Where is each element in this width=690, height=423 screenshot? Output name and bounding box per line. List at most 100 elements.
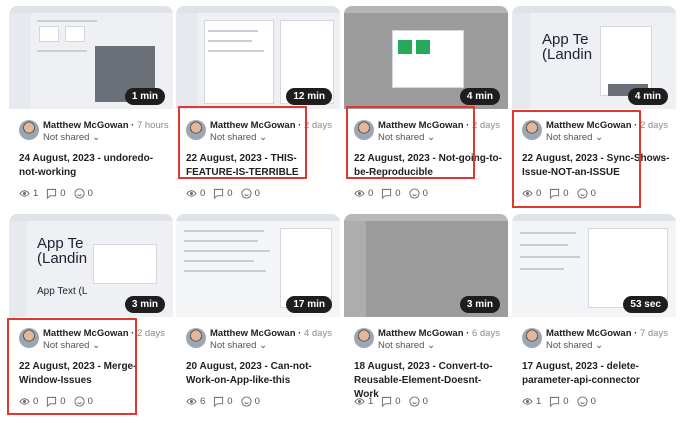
eye-icon — [186, 398, 197, 405]
video-card[interactable]: 1 min Matthew McGowan · 7 hours Not shar… — [9, 6, 173, 212]
reactions-count[interactable]: 0 — [409, 396, 428, 407]
reactions-count[interactable]: 0 — [577, 396, 596, 407]
views-count: 1 — [19, 188, 38, 199]
comment-icon — [214, 188, 224, 199]
smiley-icon — [409, 396, 420, 407]
smiley-icon — [577, 396, 588, 407]
comment-icon — [382, 396, 392, 407]
comments-count[interactable]: 0 — [549, 396, 569, 407]
share-status-dropdown[interactable]: Not shared ⌄ — [43, 340, 100, 351]
views-count: 1 — [522, 396, 541, 407]
comment-icon — [214, 396, 224, 407]
video-title[interactable]: 22 August, 2023 - Sync-Shows-Issue-NOT-a… — [522, 152, 670, 180]
comments-count[interactable]: 0 — [549, 188, 569, 199]
share-status-dropdown[interactable]: Not shared ⌄ — [378, 132, 435, 143]
comment-icon — [382, 188, 392, 199]
avatar — [354, 120, 374, 140]
comments-count[interactable]: 0 — [213, 188, 233, 199]
video-card[interactable]: 53 sec Matthew McGowan · 7 days Not shar… — [512, 214, 676, 420]
comment-icon — [550, 396, 560, 407]
video-age: 7 hours — [136, 120, 169, 131]
views-count: 0 — [354, 188, 373, 199]
chevron-down-icon: ⌄ — [92, 340, 101, 351]
comment-icon — [47, 188, 57, 199]
reactions-count[interactable]: 0 — [74, 396, 93, 407]
chevron-down-icon: ⌄ — [92, 132, 101, 143]
eye-icon — [19, 398, 30, 405]
duration-badge: 3 min — [124, 296, 165, 313]
comment-icon — [550, 188, 560, 199]
video-title[interactable]: 22 August, 2023 - THIS-FEATURE-IS-TERRIB… — [186, 152, 334, 180]
smiley-icon — [241, 188, 252, 199]
smiley-icon — [74, 396, 85, 407]
video-title[interactable]: 24 August, 2023 - undoredo-not-working — [19, 152, 167, 180]
views-count: 6 — [186, 396, 205, 407]
video-card[interactable]: 12 min Matthew McGowan · 2 days Not shar… — [176, 6, 340, 212]
duration-badge: 4 min — [627, 88, 668, 105]
eye-icon — [354, 190, 365, 197]
reactions-count[interactable]: 0 — [577, 188, 596, 199]
chevron-down-icon: ⌄ — [427, 132, 436, 143]
video-age: 2 days — [639, 120, 668, 131]
avatar — [354, 328, 374, 348]
views-count: 0 — [186, 188, 205, 199]
share-status-dropdown[interactable]: Not shared ⌄ — [378, 340, 435, 351]
chevron-down-icon: ⌄ — [595, 132, 604, 143]
avatar — [522, 120, 542, 140]
comment-icon — [47, 396, 57, 407]
share-status-dropdown[interactable]: Not shared ⌄ — [546, 132, 603, 143]
smiley-icon — [241, 396, 252, 407]
share-status-dropdown[interactable]: Not shared ⌄ — [210, 132, 267, 143]
video-title[interactable]: 20 August, 2023 - Can-not-Work-on-App-li… — [186, 360, 334, 388]
reactions-count[interactable]: 0 — [409, 188, 428, 199]
video-age: 2 days — [303, 120, 332, 131]
duration-badge: 1 min — [124, 88, 165, 105]
video-card[interactable]: 3 min Matthew McGowan · 6 days Not share… — [344, 214, 508, 420]
comments-count[interactable]: 0 — [381, 396, 401, 407]
author-name[interactable]: Matthew McGowan — [546, 120, 632, 131]
views-count: 0 — [522, 188, 541, 199]
eye-icon — [522, 190, 533, 197]
eye-icon — [19, 190, 30, 197]
comments-count[interactable]: 0 — [213, 396, 233, 407]
duration-badge: 53 sec — [623, 296, 668, 313]
smiley-icon — [577, 188, 588, 199]
author-name[interactable]: Matthew McGowan — [378, 328, 464, 339]
reactions-count[interactable]: 0 — [241, 188, 260, 199]
video-age: 7 days — [639, 328, 668, 339]
chevron-down-icon: ⌄ — [259, 132, 268, 143]
chevron-down-icon: ⌄ — [595, 340, 604, 351]
avatar — [522, 328, 542, 348]
comments-count[interactable]: 0 — [381, 188, 401, 199]
reactions-count[interactable]: 0 — [74, 188, 93, 199]
video-card[interactable]: App Te (Landin 4 min Matthew McGowan · 2… — [512, 6, 676, 212]
video-card[interactable]: 17 min Matthew McGowan · 4 days Not shar… — [176, 214, 340, 420]
video-card[interactable]: App Te (Landin App Text (L 3 min Matthew… — [9, 214, 173, 420]
video-title[interactable]: 22 August, 2023 - Not-going-to-be-Reprod… — [354, 152, 502, 180]
duration-badge: 3 min — [459, 296, 500, 313]
author-name[interactable]: Matthew McGowan — [210, 328, 296, 339]
share-status-dropdown[interactable]: Not shared ⌄ — [210, 340, 267, 351]
avatar — [186, 120, 206, 140]
video-title[interactable]: 17 August, 2023 - delete-parameter-api-c… — [522, 360, 670, 388]
video-title[interactable]: 22 August, 2023 - Merge-Window-Issues — [19, 360, 167, 388]
author-name[interactable]: Matthew McGowan — [210, 120, 296, 131]
video-grid: 1 min Matthew McGowan · 7 hours Not shar… — [0, 0, 690, 423]
author-name[interactable]: Matthew McGowan — [546, 328, 632, 339]
video-card[interactable]: 4 min Matthew McGowan · 2 days Not share… — [344, 6, 508, 212]
author-name[interactable]: Matthew McGowan — [43, 328, 129, 339]
author-name[interactable]: Matthew McGowan — [378, 120, 464, 131]
share-status-dropdown[interactable]: Not shared ⌄ — [546, 340, 603, 351]
video-age: 6 days — [471, 328, 500, 339]
comments-count[interactable]: 0 — [46, 396, 66, 407]
smiley-icon — [409, 188, 420, 199]
duration-badge: 12 min — [286, 88, 332, 105]
avatar — [19, 120, 39, 140]
share-status-dropdown[interactable]: Not shared ⌄ — [43, 132, 100, 143]
chevron-down-icon: ⌄ — [427, 340, 436, 351]
eye-icon — [354, 398, 365, 405]
author-name[interactable]: Matthew McGowan — [43, 120, 129, 131]
comments-count[interactable]: 0 — [46, 188, 66, 199]
reactions-count[interactable]: 0 — [241, 396, 260, 407]
views-count: 1 — [354, 396, 373, 407]
